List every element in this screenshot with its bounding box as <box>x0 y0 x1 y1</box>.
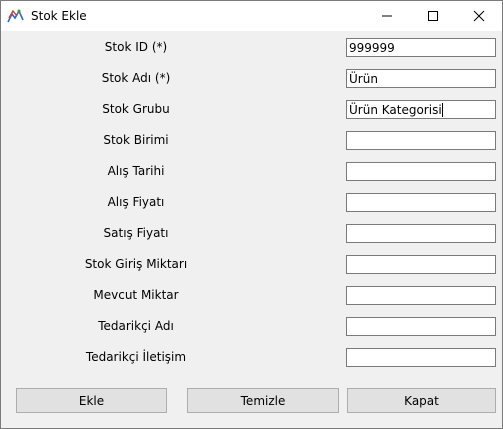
window-title: Stok Ekle <box>31 9 87 23</box>
stok-id-value: 999999 <box>349 41 395 55</box>
mevcut-miktar-input[interactable] <box>346 286 496 305</box>
alis-tarihi-input[interactable] <box>346 162 496 181</box>
satis-fiyati-input[interactable] <box>346 224 496 243</box>
stok-birimi-input[interactable] <box>346 131 496 150</box>
label-mevcut-miktar: Mevcut Miktar <box>93 288 179 302</box>
alis-fiyati-input[interactable] <box>346 193 496 212</box>
stok-giris-miktari-input[interactable] <box>346 255 496 274</box>
label-stok-grubu: Stok Grubu <box>102 102 170 116</box>
temizle-button[interactable]: Temizle <box>187 388 339 413</box>
label-satis-fiyati: Satış Fiyatı <box>103 226 169 240</box>
minimize-button[interactable] <box>364 1 410 31</box>
label-stok-adi: Stok Adı (*) <box>101 71 171 85</box>
label-stok-giris-miktari: Stok Giriş Miktarı <box>84 257 188 271</box>
label-tedarikci-iletisim: Tedarikçi İletişim <box>85 350 187 364</box>
close-button[interactable] <box>456 1 502 31</box>
maximize-button[interactable] <box>410 1 456 31</box>
label-tedarikci-adi: Tedarikçi Adı <box>98 319 174 333</box>
text-caret <box>441 103 443 117</box>
stok-grubu-value: Ürün Kategorisi <box>349 103 442 117</box>
label-stok-birimi: Stok Birimi <box>103 133 169 147</box>
stok-ekle-window: Stok Ekle Stok ID (*) 999999 Stok Adı (*… <box>0 0 503 429</box>
stok-adi-input[interactable]: Ürün <box>346 69 496 88</box>
stok-adi-value: Ürün <box>349 72 378 86</box>
tedarikci-iletisim-input[interactable] <box>346 348 496 367</box>
maximize-icon <box>428 11 438 21</box>
title-bar[interactable]: Stok Ekle <box>1 1 502 31</box>
ekle-button[interactable]: Ekle <box>16 388 167 413</box>
stok-grubu-input[interactable]: Ürün Kategorisi <box>346 100 496 119</box>
kapat-button[interactable]: Kapat <box>347 388 496 413</box>
label-stok-id: Stok ID (*) <box>104 40 168 54</box>
label-alis-fiyati: Alış Fiyatı <box>107 195 165 209</box>
label-alis-tarihi: Alış Tarihi <box>107 164 165 178</box>
tedarikci-adi-input[interactable] <box>346 317 496 336</box>
close-icon <box>473 10 485 22</box>
app-feather-icon <box>7 8 25 24</box>
minimize-icon <box>382 15 392 17</box>
stok-id-input[interactable]: 999999 <box>346 38 496 57</box>
